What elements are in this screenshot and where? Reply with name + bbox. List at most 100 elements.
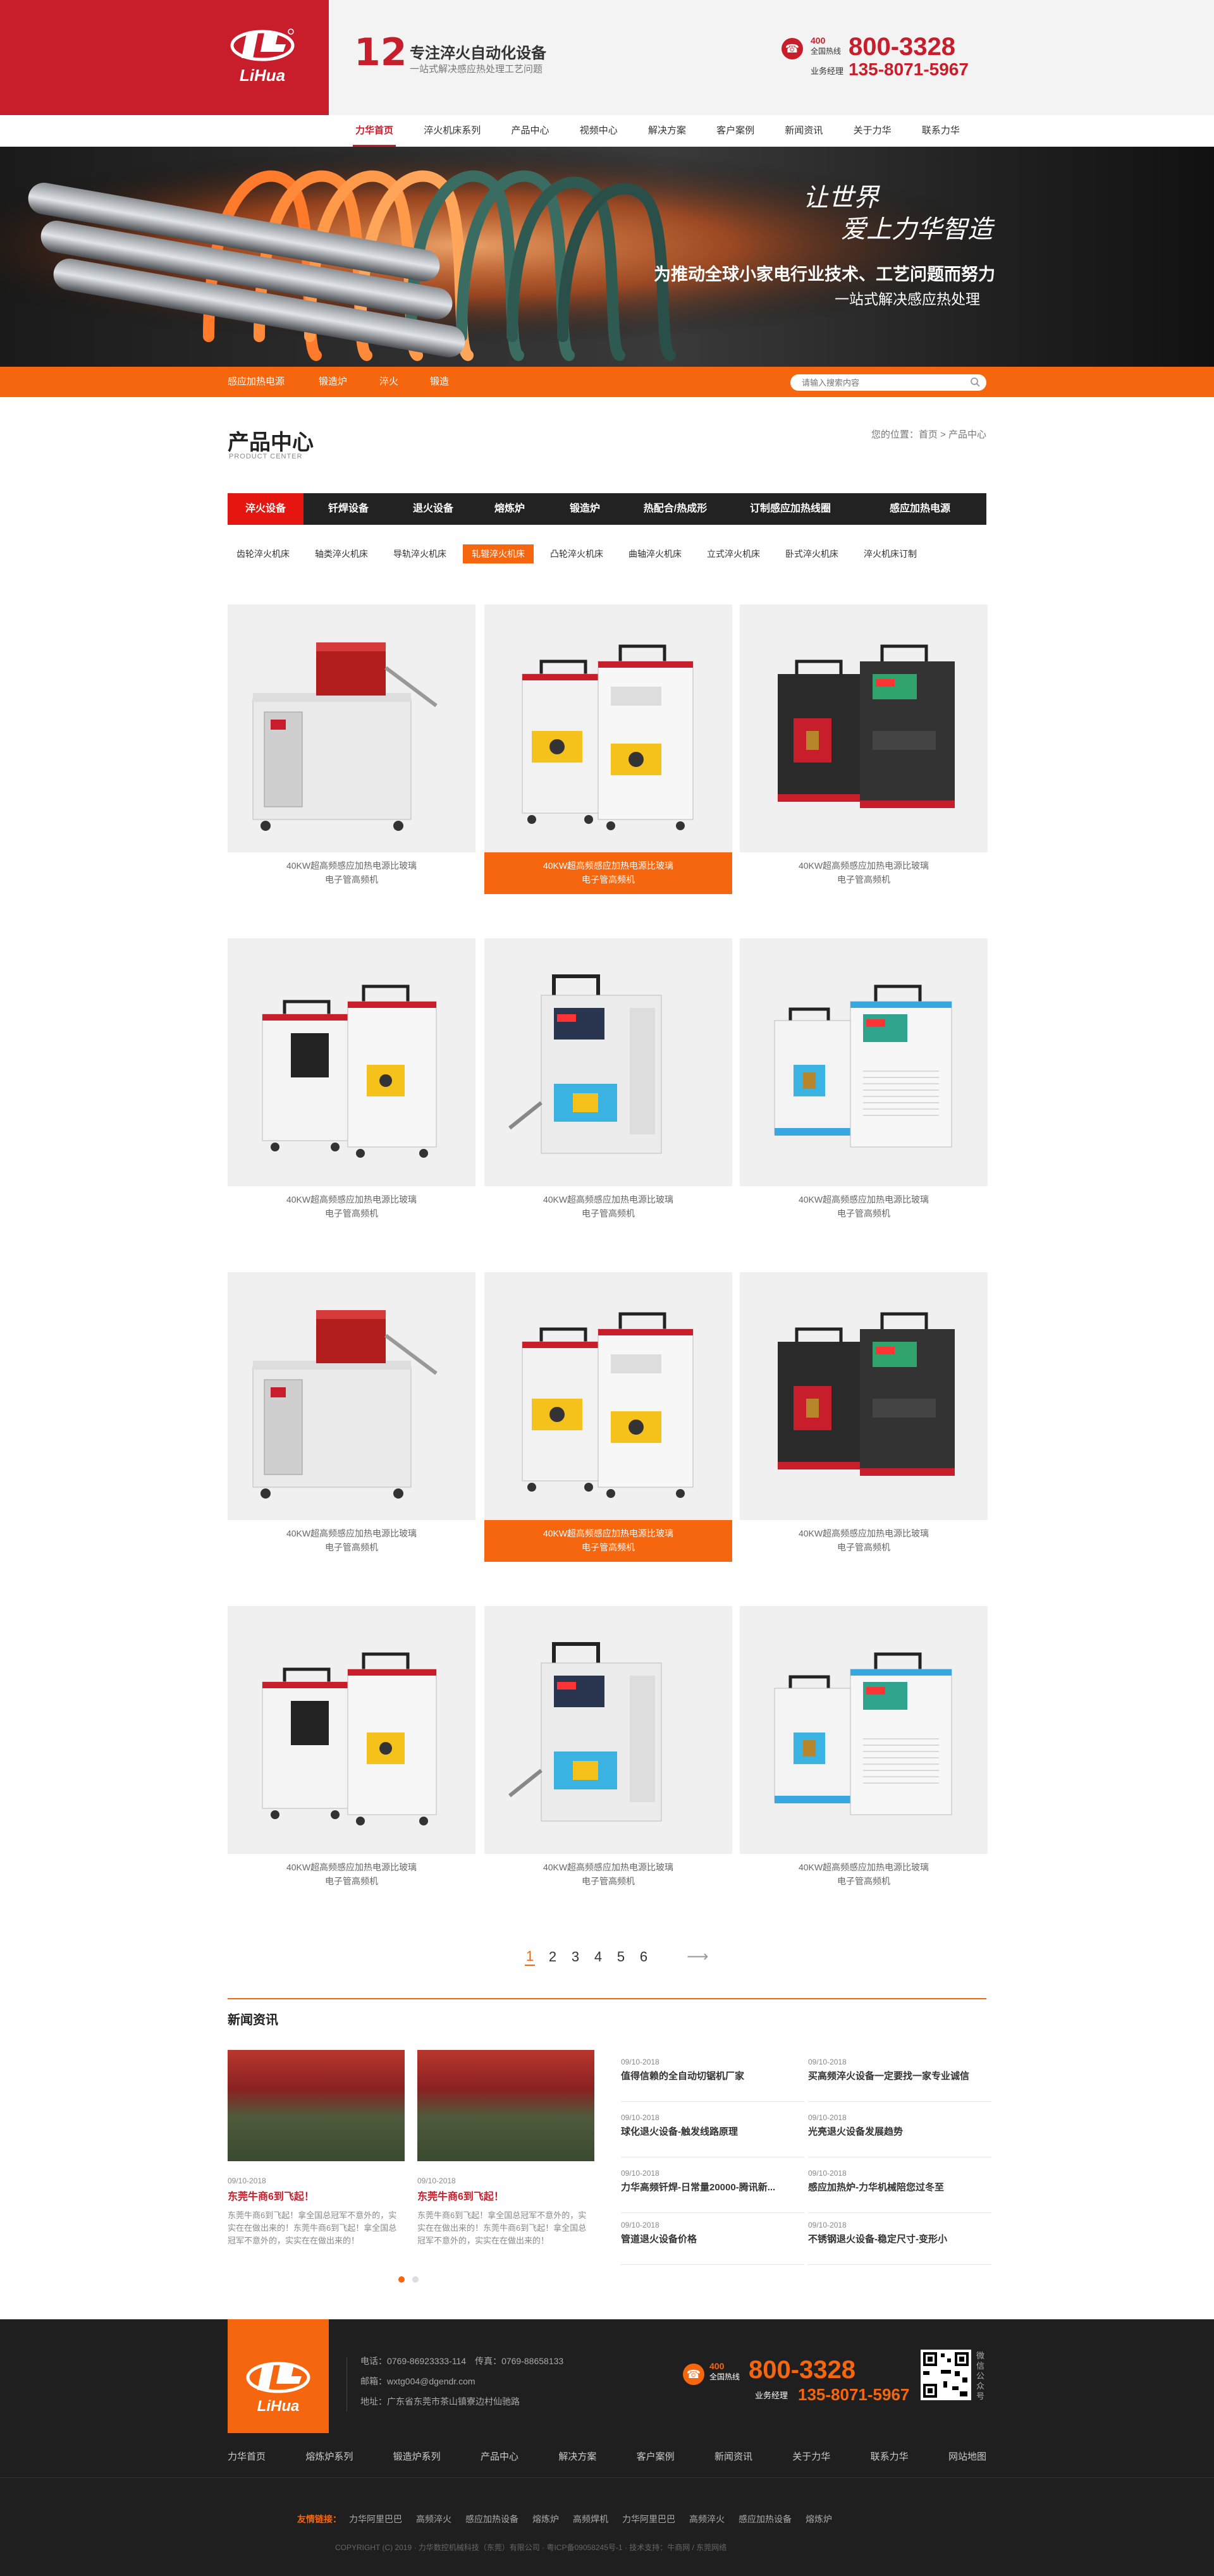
nav-item-cases[interactable]: 客户案例 (716, 115, 754, 147)
news-list-item[interactable]: 09/10-2018 力华高频钎焊-日常量20000-腾讯新... (621, 2169, 804, 2213)
subnav-item-power[interactable]: 感应加热电源 (228, 367, 285, 397)
nav-item-solutions[interactable]: 解决方案 (648, 115, 686, 147)
footer-nav-item[interactable]: 熔炼炉系列 (305, 2444, 353, 2470)
subcat-cam[interactable]: 凸轮淬火机床 (541, 544, 612, 563)
news-list-item[interactable]: 09/10-2018 不锈钢退火设备-稳定尺寸-变形小 (808, 2221, 991, 2265)
product-image[interactable] (484, 604, 732, 852)
subcat-horizontal[interactable]: 卧式淬火机床 (776, 544, 847, 563)
nav-item-products[interactable]: 产品中心 (511, 115, 549, 147)
product-card[interactable]: 40KW超高频感应加热电源比玻璃 电子管高频机 (740, 604, 988, 894)
product-caption[interactable]: 40KW超高频感应加热电源比玻璃 电子管高频机 (228, 1520, 475, 1562)
nav-item-quench-machines[interactable]: 淬火机床系列 (424, 115, 481, 147)
next-page-arrow-icon[interactable]: ⟶ (687, 1947, 708, 1966)
carousel-dot[interactable] (412, 2276, 419, 2283)
product-card[interactable]: 40KW超高频感应加热电源比玻璃 电子管高频机 (484, 938, 732, 1228)
carousel-dot-active[interactable] (398, 2276, 405, 2283)
nav-item-contact[interactable]: 联系力华 (922, 115, 960, 147)
news-headline[interactable]: 东莞牛商6到飞起！ (417, 2188, 594, 2203)
news-card[interactable]: 09/10-2018 东莞牛商6到飞起！ 东莞牛商6到飞起！拿全国总冠军不意外的… (417, 2050, 594, 2247)
subcat-shaft[interactable]: 轴类淬火机床 (306, 544, 377, 563)
product-caption[interactable]: 40KW超高频感应加热电源比玻璃 电子管高频机 (740, 852, 988, 894)
page-4[interactable]: 4 (593, 1949, 603, 1965)
friend-link[interactable]: 熔炼炉 (806, 2514, 832, 2524)
news-item-title[interactable]: 感应加热炉-力华机械陪您过冬至 (808, 2180, 991, 2193)
product-card[interactable]: 40KW超高频感应加热电源比玻璃 电子管高频机 (740, 938, 988, 1228)
news-list-item[interactable]: 09/10-2018 光亮退火设备发展趋势 (808, 2113, 991, 2157)
news-item-title[interactable]: 力华高频钎焊-日常量20000-腾讯新... (621, 2180, 804, 2193)
subcat-custom[interactable]: 淬火机床订制 (855, 544, 926, 563)
friend-link[interactable]: 力华阿里巴巴 (622, 2514, 675, 2524)
page-5[interactable]: 5 (616, 1949, 626, 1965)
friend-link[interactable]: 感应加热设备 (465, 2514, 518, 2524)
news-item-title[interactable]: 管道退火设备价格 (621, 2232, 804, 2245)
product-caption[interactable]: 40KW超高频感应加热电源比玻璃 电子管高频机 (228, 1186, 475, 1228)
product-card[interactable]: 40KW超高频感应加热电源比玻璃 电子管高频机 (228, 1606, 475, 1896)
news-list-item[interactable]: 09/10-2018 管道退火设备价格 (621, 2221, 804, 2265)
footer-nav-item[interactable]: 力华首页 (228, 2444, 266, 2470)
tab-thermal-fit[interactable]: 热配合/热成形 (623, 493, 727, 525)
news-item-title[interactable]: 买高频淬火设备一定要找一家专业诚信 (808, 2069, 991, 2082)
footer-nav-item[interactable]: 解决方案 (558, 2444, 596, 2470)
product-image[interactable] (228, 1272, 475, 1520)
product-caption[interactable]: 40KW超高频感应加热电源比玻璃 电子管高频机 (484, 1854, 732, 1896)
tab-custom-coil[interactable]: 订制感应加热线圈 (727, 493, 854, 525)
product-image[interactable] (484, 1272, 732, 1520)
nav-item-home[interactable]: 力华首页 (352, 115, 396, 147)
news-list-item[interactable]: 09/10-2018 感应加热炉-力华机械陪您过冬至 (808, 2169, 991, 2213)
news-item-title[interactable]: 不锈钢退火设备-稳定尺寸-变形小 (808, 2232, 991, 2245)
product-image[interactable] (740, 604, 988, 852)
friend-link[interactable]: 高频焊机 (573, 2514, 608, 2524)
tab-forging[interactable]: 锻造炉 (546, 493, 623, 525)
tab-annealing[interactable]: 退火设备 (393, 493, 473, 525)
subcat-crankshaft[interactable]: 曲轴淬火机床 (620, 544, 690, 563)
product-card[interactable]: 40KW超高频感应加热电源比玻璃 电子管高频机 (740, 1606, 988, 1896)
subcat-rail[interactable]: 导轨淬火机床 (384, 544, 455, 563)
product-caption[interactable]: 40KW超高频感应加热电源比玻璃 电子管高频机 (228, 1854, 475, 1896)
news-headline[interactable]: 东莞牛商6到飞起！ (228, 2188, 405, 2203)
news-item-title[interactable]: 球化退火设备-触发线路原理 (621, 2125, 804, 2138)
subnav-item-quench[interactable]: 淬火 (379, 367, 398, 397)
subcat-roller[interactable]: 轧辊淬火机床 (463, 544, 534, 563)
news-list-item[interactable]: 09/10-2018 值得信赖的全自动切锯机厂家 (621, 2058, 804, 2102)
product-card[interactable]: 40KW超高频感应加热电源比玻璃 电子管高频机 (484, 1272, 732, 1562)
page-3[interactable]: 3 (570, 1949, 580, 1965)
product-image[interactable] (740, 1606, 988, 1854)
product-caption[interactable]: 40KW超高频感应加热电源比玻璃 电子管高频机 (740, 1186, 988, 1228)
logo-area[interactable]: LiHua (0, 0, 329, 115)
footer-nav-item[interactable]: 产品中心 (481, 2444, 518, 2470)
footer-nav-item[interactable]: 锻造炉系列 (393, 2444, 441, 2470)
subcat-vertical[interactable]: 立式淬火机床 (698, 544, 769, 563)
footer-nav-item[interactable]: 客户案例 (637, 2444, 675, 2470)
news-item-title[interactable]: 值得信赖的全自动切锯机厂家 (621, 2069, 804, 2082)
product-image[interactable] (228, 1606, 475, 1854)
nav-item-videos[interactable]: 视频中心 (580, 115, 618, 147)
product-caption[interactable]: 40KW超高频感应加热电源比玻璃 电子管高频机 (740, 1854, 988, 1896)
nav-item-news[interactable]: 新闻资讯 (785, 115, 823, 147)
product-caption[interactable]: 40KW超高频感应加热电源比玻璃 电子管高频机 (740, 1520, 988, 1562)
search-icon[interactable] (970, 377, 980, 387)
friend-link[interactable]: 感应加热设备 (739, 2514, 792, 2524)
footer-nav-item[interactable]: 网站地图 (948, 2444, 986, 2470)
news-card[interactable]: 09/10-2018 东莞牛商6到飞起！ 东莞牛商6到飞起！拿全国总冠军不意外的… (228, 2050, 405, 2247)
subnav-item-forge[interactable]: 锻造 (430, 367, 449, 397)
subnav-item-forge-furnace[interactable]: 锻造炉 (319, 367, 347, 397)
product-caption[interactable]: 40KW超高频感应加热电源比玻璃 电子管高频机 (228, 852, 475, 894)
product-image[interactable] (228, 604, 475, 852)
breadcrumb[interactable]: 您的位置：首页 > 产品中心 (871, 427, 986, 441)
product-image[interactable] (484, 938, 732, 1186)
news-list-item[interactable]: 09/10-2018 买高频淬火设备一定要找一家专业诚信 (808, 2058, 991, 2102)
product-card[interactable]: 40KW超高频感应加热电源比玻璃 电子管高频机 (228, 1272, 475, 1562)
search-input[interactable] (790, 374, 948, 391)
friend-link[interactable]: 熔炼炉 (532, 2514, 559, 2524)
footer-nav-item[interactable]: 联系力华 (871, 2444, 909, 2470)
product-caption[interactable]: 40KW超高频感应加热电源比玻璃 电子管高频机 (484, 1520, 732, 1562)
product-card[interactable]: 40KW超高频感应加热电源比玻璃 电子管高频机 (484, 604, 732, 894)
tab-power-supply[interactable]: 感应加热电源 (854, 493, 986, 525)
product-card[interactable]: 40KW超高频感应加热电源比玻璃 电子管高频机 (740, 1272, 988, 1562)
page-2[interactable]: 2 (548, 1949, 558, 1965)
news-item-title[interactable]: 光亮退火设备发展趋势 (808, 2125, 991, 2138)
product-card[interactable]: 40KW超高频感应加热电源比玻璃 电子管高频机 (484, 1606, 732, 1896)
footer-logo[interactable]: LiHua (228, 2319, 329, 2433)
product-image[interactable] (228, 938, 475, 1186)
tab-melting[interactable]: 熔炼炉 (473, 493, 546, 525)
